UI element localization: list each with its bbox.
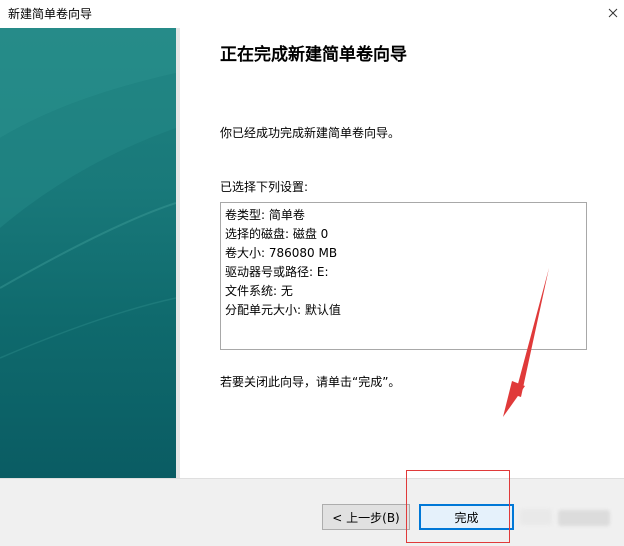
wizard-content: 正在完成新建简单卷向导 你已经成功完成新建简单卷向导。 已选择下列设置: 卷类型…: [180, 28, 624, 478]
window-title: 新建简单卷向导: [8, 7, 93, 21]
blurred-button: [520, 509, 552, 525]
title-bar: 新建简单卷向导: [0, 0, 624, 28]
settings-line: 卷类型: 简单卷: [225, 208, 305, 222]
settings-label: 已选择下列设置:: [220, 180, 309, 194]
button-bar: < 上一步(B) 完成: [0, 478, 624, 546]
settings-line: 驱动器号或路径: E:: [225, 265, 329, 279]
close-hint-text: 若要关闭此向导，请单击“完成”。: [220, 375, 401, 389]
close-icon: [608, 8, 618, 18]
sidebar-wave-graphic: [0, 28, 176, 359]
settings-line: 选择的磁盘: 磁盘 0: [225, 227, 329, 241]
settings-line: 分配单元大小: 默认值: [225, 303, 341, 317]
completion-text: 你已经成功完成新建简单卷向导。: [220, 126, 401, 140]
back-button[interactable]: < 上一步(B): [322, 504, 410, 530]
page-title: 正在完成新建简单卷向导: [220, 45, 407, 65]
blurred-button: [558, 510, 610, 526]
settings-line: 卷大小: 786080 MB: [225, 246, 338, 260]
settings-summary-box[interactable]: 卷类型: 简单卷 选择的磁盘: 磁盘 0 卷大小: 786080 MB 驱动器号…: [220, 202, 587, 350]
wizard-sidebar-graphic: [0, 28, 176, 478]
finish-button[interactable]: 完成: [419, 504, 514, 530]
close-button[interactable]: [602, 0, 624, 26]
settings-line: 文件系统: 无: [225, 284, 293, 298]
